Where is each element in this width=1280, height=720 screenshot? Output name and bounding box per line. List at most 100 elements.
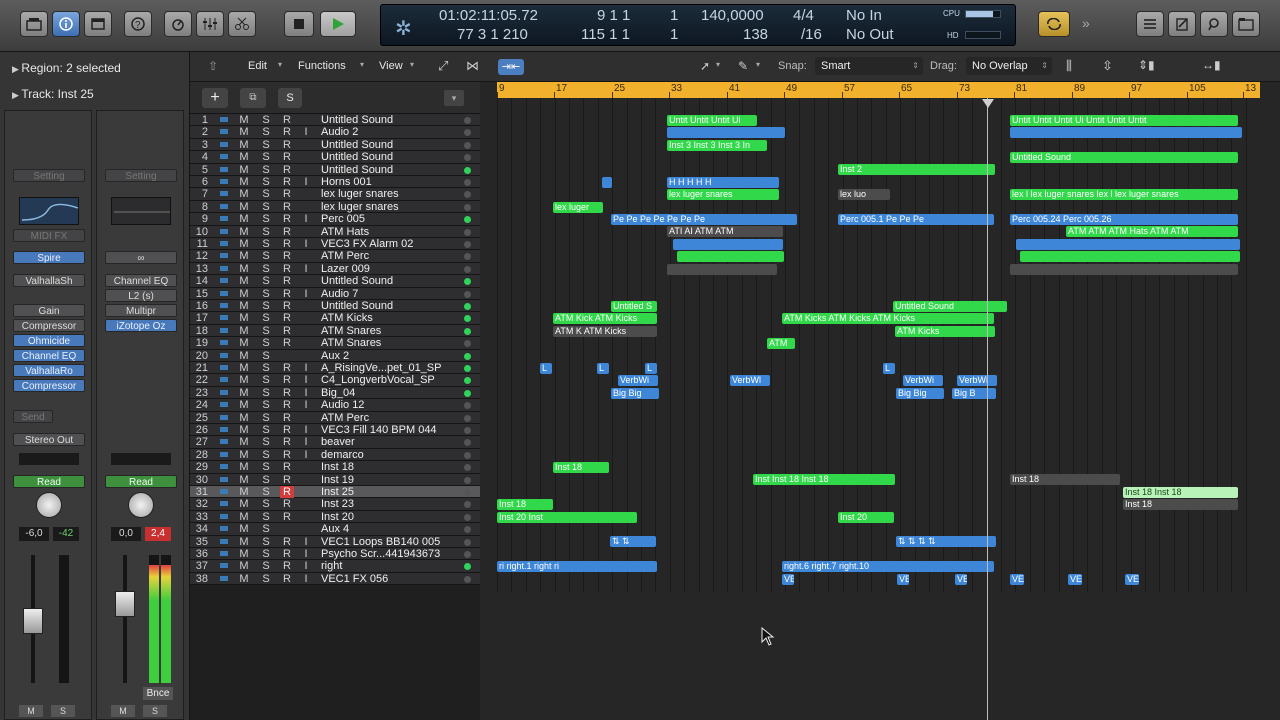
insert-slot-2[interactable]: Multipr [105, 304, 177, 317]
eq-thumbnail[interactable] [111, 197, 171, 225]
mute-button[interactable]: M [238, 436, 250, 448]
solo-button[interactable]: S [260, 461, 272, 473]
waveform-zoom-icon[interactable]: ⫼ [1066, 58, 1072, 74]
region[interactable]: lex l lex luger snares lex l lex luger s… [1010, 189, 1238, 201]
region[interactable] [1016, 238, 1240, 250]
region[interactable] [673, 238, 783, 250]
solo-button[interactable]: S [260, 399, 272, 411]
pencil-tool-icon[interactable]: ✎ [738, 59, 748, 73]
solo-button[interactable]: S [51, 705, 75, 717]
record-enable-button[interactable]: R [280, 474, 294, 486]
record-enable-button[interactable]: R [280, 114, 294, 126]
track-row[interactable]: 38 M S R I VEC1 FX 056 [190, 572, 480, 586]
input-monitor-button[interactable]: I [302, 424, 310, 436]
region[interactable]: ATI AI ATM ATM [667, 226, 783, 238]
mute-button[interactable]: M [238, 126, 250, 138]
track-row[interactable]: 21 M S R I A_RisingVe...pet_01_SP [190, 362, 480, 375]
mute-button[interactable]: M [111, 705, 135, 717]
record-enable-button[interactable]: R [280, 126, 294, 138]
mute-button[interactable]: M [238, 449, 250, 461]
track-name[interactable]: VEC3 FX Alarm 02 [321, 238, 451, 250]
track-name[interactable]: ATM Snares [321, 325, 451, 337]
track-row[interactable]: 2 M S R I Audio 2 [190, 126, 480, 139]
solo-button[interactable]: S [260, 498, 272, 510]
record-enable-button[interactable]: R [280, 374, 294, 386]
track-row[interactable]: 7 M S Rlex luger snares [190, 188, 480, 201]
mute-button[interactable]: M [238, 312, 250, 324]
region[interactable]: Big B [952, 387, 996, 399]
region[interactable]: ATM Kicks [895, 325, 995, 337]
mute-button[interactable]: M [238, 176, 250, 188]
region[interactable]: H H H H H [667, 176, 779, 188]
record-enable-button[interactable]: R [280, 312, 294, 324]
record-enable-button[interactable]: R [280, 424, 294, 436]
solo-button[interactable]: S [260, 325, 272, 337]
solo-button[interactable]: S [260, 560, 272, 572]
insert-slot-compressor[interactable]: Compressor [13, 319, 85, 332]
playhead-handle-icon[interactable] [982, 99, 994, 108]
input-monitor-button[interactable]: I [302, 399, 310, 411]
solo-button[interactable]: S [260, 188, 272, 200]
region[interactable]: VE [897, 573, 909, 585]
group-slot[interactable] [19, 453, 79, 465]
track-name[interactable]: Untitled Sound [321, 151, 451, 163]
record-enable-button[interactable]: R [280, 536, 294, 548]
region[interactable]: VE [955, 573, 967, 585]
cycle-button[interactable] [1038, 11, 1070, 37]
solo-button[interactable]: S [260, 486, 272, 498]
track-name[interactable]: Untitled Sound [321, 164, 451, 176]
region[interactable]: Perc 005.24 Perc 005.26 [1010, 213, 1238, 225]
track-name[interactable]: demarco [321, 449, 451, 461]
track-row[interactable]: 16 M S R Untitled Sound [190, 300, 480, 313]
lcd-display[interactable]: ✲ 01:02:11:05.72 77 3 1 210 9 1 1 1 115 … [380, 4, 1016, 46]
mute-button[interactable]: M [238, 226, 250, 238]
volume-fader[interactable] [23, 608, 43, 634]
editors-button[interactable] [228, 11, 256, 37]
region[interactable]: Inst 20 [838, 511, 894, 523]
track-row[interactable]: 15 M S R I Audio 7 [190, 287, 480, 300]
track-name[interactable]: Lazer 009 [321, 263, 451, 275]
solo-button[interactable]: S [260, 412, 272, 424]
mute-button[interactable]: M [238, 362, 250, 374]
vertical-zoom-icon[interactable]: ⇳ [1102, 58, 1113, 74]
output-slot[interactable]: Stereo Out [13, 433, 85, 446]
smart-controls-button[interactable] [164, 11, 192, 37]
mute-button[interactable]: M [238, 164, 250, 176]
solo-button[interactable]: S [260, 474, 272, 486]
track-name[interactable]: ATM Perc [321, 412, 451, 424]
solo-button[interactable]: S [260, 263, 272, 275]
solo-button[interactable]: S [260, 523, 272, 535]
region[interactable]: Inst 18 Inst 18 [1123, 486, 1238, 498]
region[interactable]: VE [1125, 573, 1139, 585]
region[interactable] [1020, 251, 1240, 263]
setting-button[interactable]: Setting [105, 169, 177, 182]
region[interactable]: ATM Kicks ATM Kicks ATM Kicks [782, 313, 994, 325]
input-monitor-button[interactable]: I [302, 126, 310, 138]
region[interactable] [1010, 263, 1238, 275]
record-enable-button[interactable]: R [280, 511, 294, 523]
region[interactable]: L [883, 362, 895, 374]
track-row[interactable]: 19 M S R ATM Snares [190, 337, 480, 350]
track-name[interactable]: Inst 20 [321, 511, 451, 523]
track-name[interactable]: Inst 19 [321, 474, 451, 486]
record-enable-button[interactable]: R [280, 263, 294, 275]
record-enable-button[interactable]: R [280, 238, 294, 250]
region[interactable]: VE [1010, 573, 1024, 585]
setting-button[interactable]: Setting [13, 169, 85, 182]
solo-button[interactable]: S [260, 126, 272, 138]
catch-up-icon[interactable]: ⇧ [208, 59, 218, 73]
input-monitor-button[interactable]: I [302, 263, 310, 275]
record-enable-button[interactable]: R [280, 300, 294, 312]
region[interactable]: Untitled S [611, 300, 657, 312]
instrument-slot[interactable]: Spire [13, 251, 85, 264]
volume-fader[interactable] [115, 591, 135, 617]
mixer-button[interactable] [196, 11, 224, 37]
insert-slot-3[interactable]: iZotope Oz [105, 319, 177, 332]
region[interactable]: lex luger [553, 201, 603, 213]
pan-knob[interactable] [128, 492, 154, 518]
track-row[interactable]: 20 M S Aux 2 [190, 349, 480, 362]
arrange-area[interactable] [480, 82, 1280, 720]
snap-select[interactable]: Smart ⇕ [815, 57, 923, 75]
mute-button[interactable]: M [238, 560, 250, 572]
track-row[interactable]: 14 M S R Untitled Sound [190, 275, 480, 288]
